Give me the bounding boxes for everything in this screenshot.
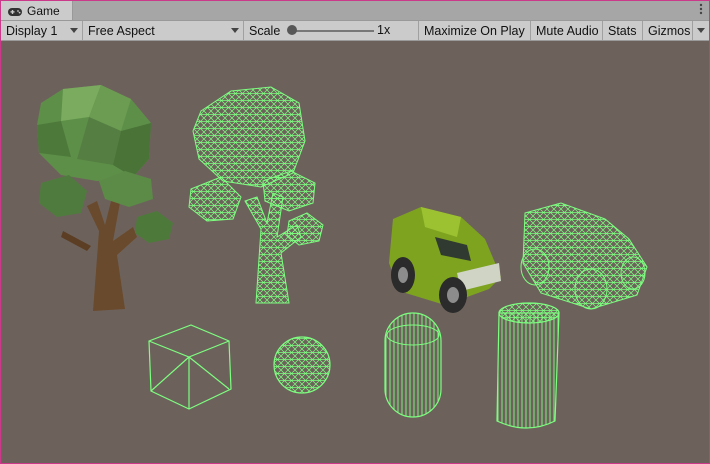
chevron-down-icon xyxy=(697,28,705,33)
cube-wireframe[interactable] xyxy=(148,324,232,410)
scale-control: Scale 1x xyxy=(244,21,419,40)
game-toolbar: Display 1 Free Aspect Scale 1x Maximize … xyxy=(1,21,709,41)
tree-shaded[interactable] xyxy=(37,85,173,311)
jeep-shaded[interactable] xyxy=(389,207,501,313)
stats-label: Stats xyxy=(608,23,637,38)
maximize-on-play-toggle[interactable]: Maximize On Play xyxy=(419,21,531,40)
stats-toggle[interactable]: Stats xyxy=(603,21,643,40)
aspect-dropdown-label: Free Aspect xyxy=(88,23,155,38)
tree-wireframe[interactable] xyxy=(188,86,324,304)
tab-game-label: Game xyxy=(27,3,60,18)
maximize-on-play-label: Maximize On Play xyxy=(424,23,525,38)
cylinder-wireframe[interactable] xyxy=(496,302,560,429)
scale-label: Scale xyxy=(249,23,281,38)
gizmos-dropdown[interactable] xyxy=(693,21,709,40)
scale-value: 1x xyxy=(377,23,391,37)
sphere-wireframe[interactable] xyxy=(273,336,331,394)
game-window: Game Display 1 Free Aspect Scale 1x Maxi… xyxy=(1,1,709,463)
gamepad-icon xyxy=(7,6,23,16)
gizmos-toggle[interactable]: Gizmos xyxy=(643,21,693,40)
jeep-wireframe[interactable] xyxy=(520,202,648,310)
game-viewport[interactable] xyxy=(1,41,709,463)
tab-game[interactable]: Game xyxy=(1,1,73,20)
chevron-down-icon xyxy=(70,28,78,33)
display-dropdown[interactable]: Display 1 xyxy=(1,21,83,40)
more-options-icon[interactable] xyxy=(699,3,703,15)
scale-slider[interactable] xyxy=(292,30,374,32)
aspect-dropdown[interactable]: Free Aspect xyxy=(83,21,244,40)
tab-bar: Game xyxy=(1,1,709,21)
gizmos-label: Gizmos xyxy=(648,23,691,38)
chevron-down-icon xyxy=(231,28,239,33)
scale-slider-handle[interactable] xyxy=(287,25,297,35)
mute-audio-label: Mute Audio xyxy=(536,23,599,38)
capsule-wireframe[interactable] xyxy=(384,312,442,418)
mute-audio-toggle[interactable]: Mute Audio xyxy=(531,21,603,40)
display-dropdown-label: Display 1 xyxy=(6,23,58,38)
